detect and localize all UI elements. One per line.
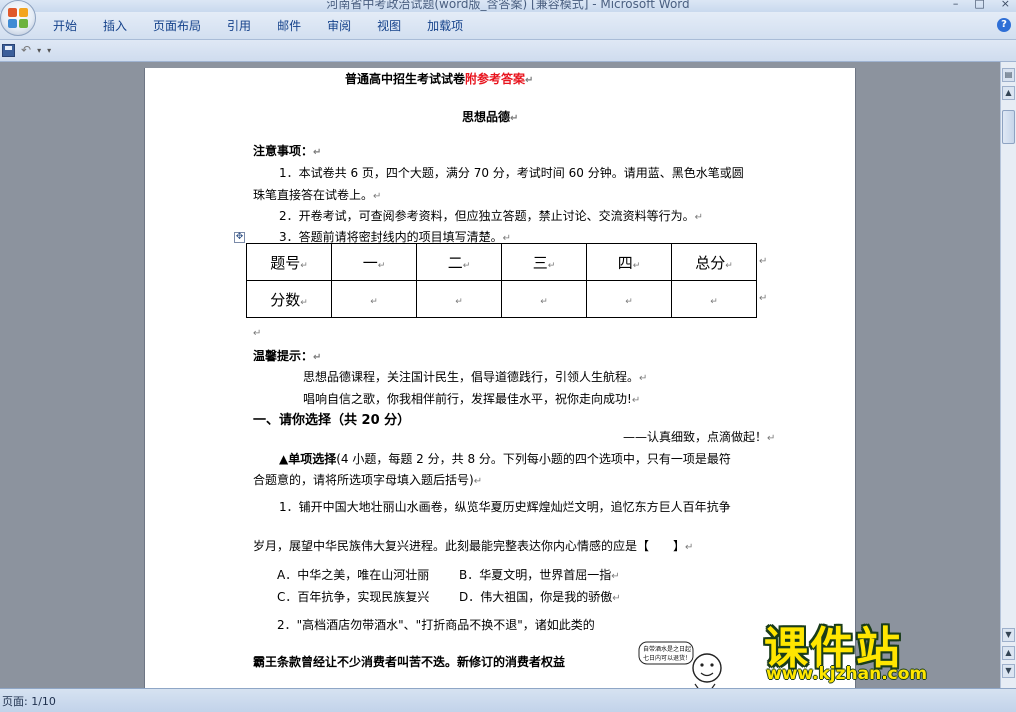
undo-icon[interactable]: ↶ [21, 43, 31, 57]
table-move-handle-icon[interactable]: ✥ [234, 232, 245, 243]
next-page-icon[interactable]: ▼ [1002, 664, 1015, 678]
question-2-line-b: 霸王条款曾经让不少消费者叫苦不迭。新修订的消费者权益 [253, 655, 566, 669]
question-1-option-a: A．中华之美，唯在山河壮丽 [277, 568, 430, 582]
table-cell[interactable]: ↵ [586, 280, 672, 318]
table-cell[interactable]: ↵ [331, 280, 417, 318]
tab-review[interactable]: 审阅 [314, 17, 364, 35]
window-title: 河南省中考政治试题(word版_含答案) [兼容模式] - Microsoft … [326, 0, 690, 11]
tips-line-1: 思想品德课程，关注国计民生，倡导道德践行，引领人生航程。↵ [303, 370, 648, 384]
vertical-scrollbar[interactable]: ▤ ▲ ▼ ▲ ▼ [1000, 62, 1016, 688]
row-end-mark: ↵ [759, 293, 768, 304]
minimize-icon[interactable]: – [953, 0, 959, 10]
table-cell[interactable]: 四↵ [586, 243, 672, 281]
notice-item-2: 2．开卷考试，可查阅参考资料，但应独立答题，禁止讨论、交流资料等行为。↵ [279, 209, 704, 223]
close-icon[interactable]: × [1001, 0, 1010, 10]
question-1-line-a: 1．铺开中国大地壮丽山水画卷，纵览华夏历史辉煌灿烂文明，追忆东方巨人百年抗争 [279, 500, 731, 514]
section-1-heading: 一、请你选择（共 20 分） [253, 413, 411, 428]
office-logo-icon [8, 8, 28, 28]
maximize-icon[interactable]: □ [974, 0, 984, 10]
score-table: 题号↵ 一↵ 二↵ 三↵ 四↵ 总分↵ 分数↵ ↵ ↵ ↵ ↵ ↵ [246, 243, 757, 318]
tab-addins[interactable]: 加载项 [414, 17, 476, 35]
tab-references[interactable]: 引用 [214, 17, 264, 35]
paragraph-mark: ↵ [253, 328, 262, 339]
table-row: 题号↵ 一↵ 二↵ 三↵ 四↵ 总分↵ [246, 243, 757, 281]
question-1-option-c: C．百年抗争，实现民族复兴 [277, 590, 430, 604]
office-button[interactable] [0, 0, 36, 36]
tab-mailings[interactable]: 邮件 [264, 17, 314, 35]
tab-page-layout[interactable]: 页面布局 [140, 17, 214, 35]
site-watermark: 课件站 www.kjzhan.com [762, 612, 1002, 692]
table-cell[interactable]: 一↵ [331, 243, 417, 281]
table-cell[interactable]: 分数↵ [246, 280, 332, 318]
tips-line-2: 唱响自信之歌，你我相伴前行，发挥最佳水平，祝你走向成功!↵ [303, 392, 641, 406]
question-1-option-b: B．华夏文明，世界首屈一指↵ [459, 568, 620, 582]
tab-home[interactable]: 开始 [40, 17, 90, 35]
cartoon-caption-2: 七日内可以退货！ [643, 654, 691, 662]
help-icon[interactable]: ? [997, 18, 1011, 32]
table-cell[interactable]: 二↵ [416, 243, 502, 281]
table-cell[interactable]: ↵ [671, 280, 757, 318]
scroll-thumb[interactable] [1002, 110, 1015, 144]
notice-item-1a: 1．本试卷共 6 页，四个大题，满分 70 分，考试时间 60 分钟。请用蓝、黑… [279, 166, 744, 180]
row-end-mark: ↵ [759, 256, 768, 267]
tips-heading: 温馨提示：↵ [253, 349, 322, 363]
question-1-option-d: D．伟大祖国，你是我的骄傲↵ [459, 590, 621, 604]
question-1-line-b: 岁月，展望中华民族伟大复兴进程。此刻最能完整表达你内心情感的应是【 】↵ [253, 539, 694, 553]
window-controls: – □ × [953, 0, 1010, 10]
notice-heading: 注意事项：↵ [253, 144, 322, 158]
table-row: 分数↵ ↵ ↵ ↵ ↵ ↵ [246, 280, 757, 318]
previous-page-icon[interactable]: ▲ [1002, 646, 1015, 660]
question-2-line-a: 2．"高档酒店勿带酒水"、"打折商品不换不退"，诸如此类的 [277, 618, 595, 632]
ruler-toggle-icon[interactable]: ▤ [1002, 68, 1015, 82]
document-page[interactable]: 普通高中招生考试试卷附参考答案↵ 思想品德↵ 注意事项：↵ 1．本试卷共 6 页… [144, 68, 856, 688]
doc-title: 普通高中招生考试试卷附参考答案↵ [345, 72, 534, 86]
page-count-status[interactable]: 页面: 1/10 [2, 693, 56, 709]
table-cell[interactable]: 总分↵ [671, 243, 757, 281]
title-bar: 河南省中考政治试题(word版_含答案) [兼容模式] - Microsoft … [0, 0, 1016, 12]
ribbon-tabs: 开始 插入 页面布局 引用 邮件 审阅 视图 加载项 [40, 17, 476, 35]
table-cell[interactable]: ↵ [501, 280, 587, 318]
single-choice-intro-b: 合题意的，请将所选项字母填入题后括号)↵ [253, 473, 483, 487]
doc-subtitle: 思想品德↵ [462, 110, 519, 124]
notice-item-1b: 珠笔直接答在试卷上。↵ [253, 188, 382, 202]
tab-view[interactable]: 视图 [364, 17, 414, 35]
quick-access-toolbar: ↶ ▾ ▾ [0, 40, 1016, 62]
scroll-down-icon[interactable]: ▼ [1002, 628, 1015, 642]
cartoon-caption-1: 自带酒水是之日起 [643, 645, 691, 653]
table-cell[interactable]: ↵ [416, 280, 502, 318]
save-icon[interactable] [2, 43, 15, 57]
table-cell[interactable]: 题号↵ [246, 243, 332, 281]
single-choice-label: ▲单项选择 [279, 452, 337, 466]
doc-title-answer-note: 附参考答案 [465, 72, 526, 86]
section-1-motto: ——认真细致，点滴做起！↵ [623, 430, 776, 444]
cartoon-illustration: 自带酒水是之日起 七日内可以退货！ [638, 641, 722, 688]
tab-insert[interactable]: 插入 [90, 17, 140, 35]
watermark-url: www.kjzhan.com [766, 664, 928, 684]
ribbon: 开始 插入 页面布局 引用 邮件 审阅 视图 加载项 ? [0, 12, 1016, 40]
undo-dropdown-icon[interactable]: ▾ [37, 46, 41, 55]
table-cell[interactable]: 三↵ [501, 243, 587, 281]
scroll-up-icon[interactable]: ▲ [1002, 86, 1015, 100]
single-choice-intro-a: ▲单项选择(4 小题，每题 2 分，共 8 分。下列每小题的四个选项中，只有一项… [279, 452, 731, 466]
customize-toolbar-icon[interactable]: ▾ [47, 46, 51, 55]
document-workspace: 普通高中招生考试试卷附参考答案↵ 思想品德↵ 注意事项：↵ 1．本试卷共 6 页… [0, 62, 1000, 688]
